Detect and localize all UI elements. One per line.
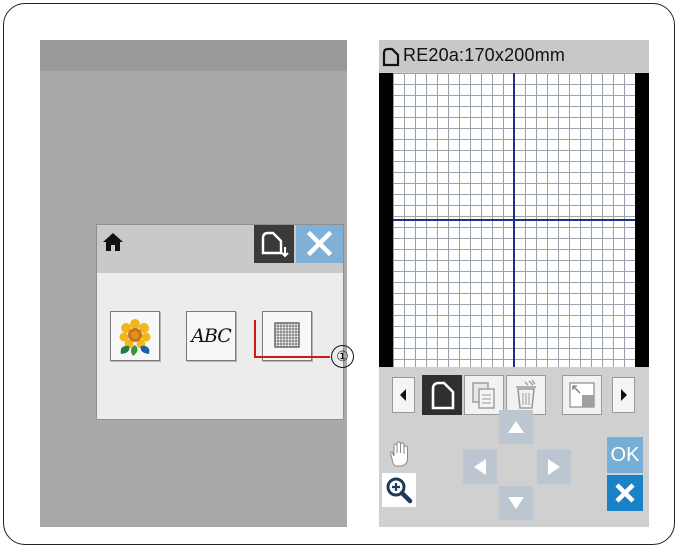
hoop-title-bar: RE20a:170x200mm (379, 40, 649, 72)
embroidery-mode-dialog: ABC (96, 224, 344, 420)
callout-number: ① (331, 345, 354, 368)
monogram-label: ABC (191, 325, 232, 347)
right-screen: RE20a:170x200mm OK (379, 40, 649, 527)
grid-icon (274, 322, 300, 348)
zoom-button[interactable] (382, 473, 416, 507)
close-icon (615, 483, 635, 503)
grid-editor-button[interactable] (262, 311, 312, 361)
move-down-button[interactable] (499, 486, 533, 520)
callout-line (254, 320, 256, 357)
toolbar-prev-button[interactable] (392, 377, 415, 413)
resize-button[interactable] (562, 375, 602, 415)
arrow-down-icon (508, 497, 524, 509)
hoop-select-icon (261, 231, 289, 258)
delete-button[interactable] (506, 375, 546, 415)
ok-button[interactable]: OK (607, 437, 643, 473)
embroidery-pattern-button[interactable] (110, 311, 160, 361)
hoop-title: RE20a:170x200mm (403, 45, 566, 65)
hand-icon (390, 441, 408, 467)
copy-button[interactable] (464, 375, 504, 415)
delete-icon (516, 379, 536, 409)
triangle-right-icon (621, 389, 627, 401)
close-icon (306, 230, 333, 257)
move-right-button[interactable] (537, 450, 571, 484)
toolbar-next-button[interactable] (612, 377, 635, 413)
move-up-button[interactable] (499, 410, 533, 444)
embroidery-grid[interactable] (393, 73, 635, 367)
embroidery-grid-area[interactable] (379, 73, 649, 367)
triangle-left-icon (400, 389, 406, 401)
arrow-right-icon (548, 459, 560, 475)
hoop-icon (382, 47, 400, 67)
hoop-select-button[interactable] (254, 225, 294, 263)
left-top-bar (40, 40, 347, 71)
copy-icon (472, 382, 495, 409)
move-left-button[interactable] (463, 450, 497, 484)
arrow-left-icon (474, 459, 486, 475)
hand-button[interactable] (382, 437, 416, 471)
hoop-button[interactable] (422, 375, 462, 415)
resize-icon (569, 382, 595, 408)
close-button[interactable] (296, 225, 343, 263)
monogram-button[interactable]: ABC (186, 311, 236, 361)
flower-icon (119, 319, 151, 356)
home-icon[interactable] (102, 231, 124, 253)
arrow-up-icon (508, 421, 524, 433)
cancel-button[interactable] (607, 475, 643, 511)
zoom-in-icon (386, 477, 413, 504)
hoop-icon (431, 381, 455, 410)
left-screen: ABC (40, 40, 347, 527)
callout-line-horizontal (254, 356, 330, 358)
